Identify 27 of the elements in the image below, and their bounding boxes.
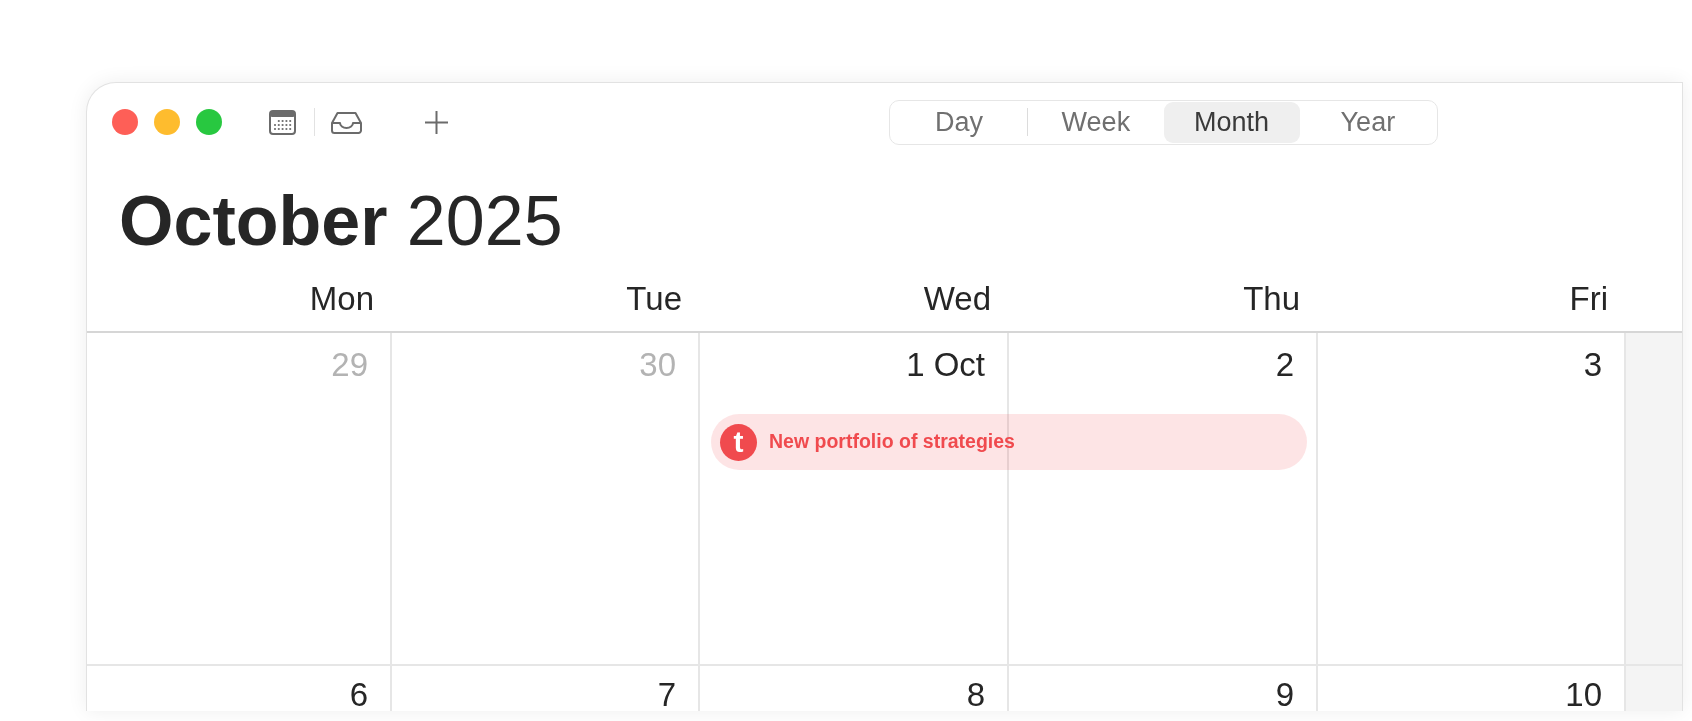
inbox-tray-icon[interactable] (330, 110, 363, 134)
close-icon[interactable] (112, 109, 138, 135)
date-label: 1 Oct (906, 345, 985, 385)
calendar-icon[interactable] (269, 109, 296, 135)
date-label: 6 (349, 680, 368, 710)
date-label: 2 (1275, 345, 1294, 385)
date-label: 8 (966, 680, 985, 710)
view-tab[interactable]: Year (1299, 101, 1436, 143)
weekday-label: Wed (923, 279, 991, 319)
month-title: October 2025 (119, 182, 563, 260)
weekday-label: Mon (309, 279, 374, 319)
weekday-label: Thu (1243, 279, 1300, 319)
date-label: 29 (331, 345, 368, 385)
date-label: 3 (1583, 345, 1602, 385)
weekday-label: Fri (1569, 279, 1608, 319)
view-tab[interactable]: Day (891, 101, 1028, 143)
date-label: 7 (657, 680, 676, 710)
weekday-label: Tue (626, 279, 682, 319)
app-logo: t (720, 423, 757, 461)
date-label: 30 (639, 345, 676, 385)
view-tab[interactable]: Month (1163, 101, 1300, 143)
event-title: New portfolio of strategies (769, 429, 1015, 455)
event-pill[interactable]: t New portfolio of strategies (711, 414, 1307, 470)
view-tab[interactable]: Week (1028, 101, 1164, 143)
date-label: 9 (1275, 680, 1294, 710)
date-label: 10 (1565, 680, 1602, 710)
add-icon[interactable] (425, 110, 448, 134)
